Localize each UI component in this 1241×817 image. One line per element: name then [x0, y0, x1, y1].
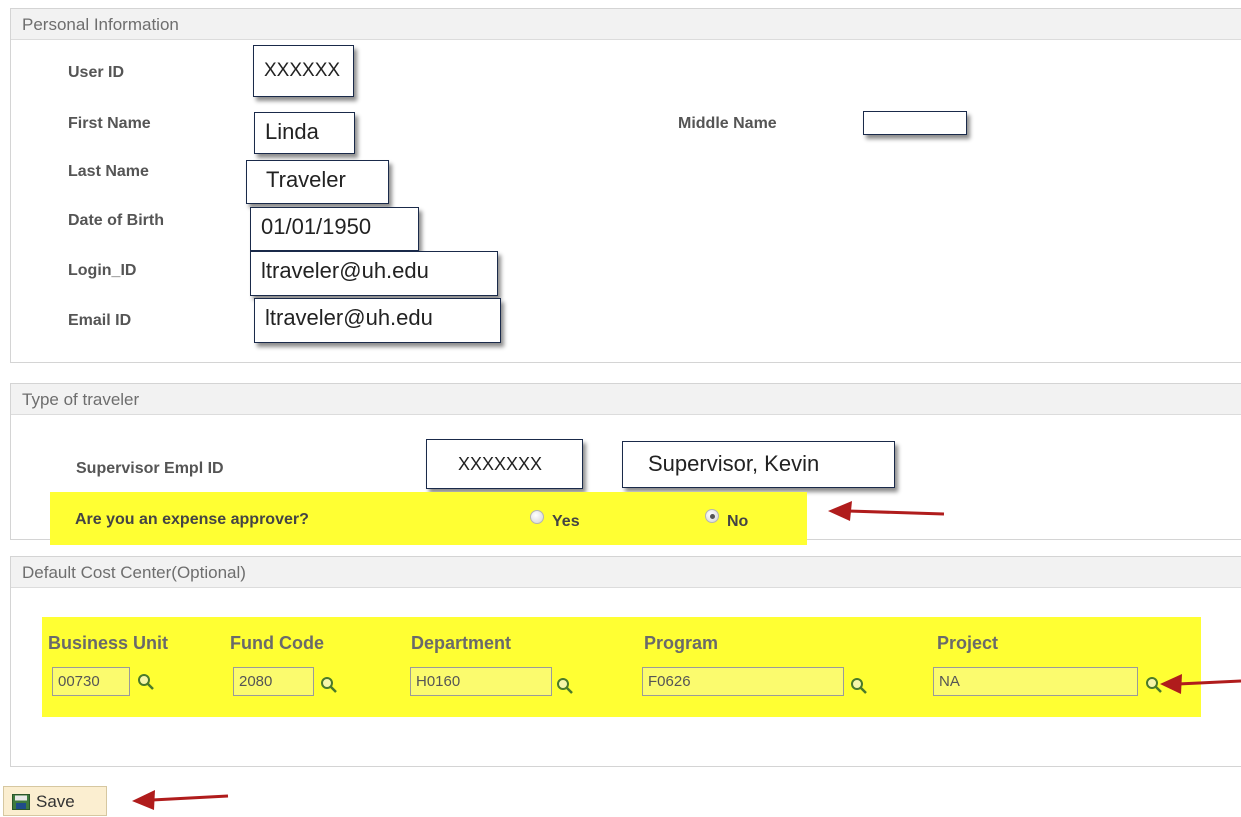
login-id-label: Login_ID — [68, 262, 137, 279]
middle-name-label: Middle Name — [678, 115, 777, 132]
approver-yes-label: Yes — [552, 513, 580, 530]
email-id-field[interactable]: ltraveler@uh.edu — [254, 298, 501, 343]
login-id-field[interactable]: ltraveler@uh.edu — [250, 251, 498, 296]
expense-approver-question: Are you an expense approver? — [75, 511, 309, 528]
program-label: Program — [644, 633, 719, 653]
personal-information-section: Personal Information — [10, 8, 1241, 363]
program-input[interactable]: F0626 — [642, 667, 844, 696]
middle-name-field[interactable] — [863, 111, 967, 135]
date-of-birth-label: Date of Birth — [68, 212, 164, 229]
traveler-type-header: Type of traveler — [11, 384, 1241, 415]
department-input[interactable]: H0160 — [410, 667, 552, 696]
supervisor-empl-id-field[interactable]: XXXXXXX — [426, 439, 583, 489]
business-unit-lookup-icon[interactable] — [137, 673, 155, 691]
business-unit-input[interactable]: 00730 — [52, 667, 130, 696]
fund-code-label: Fund Code — [230, 633, 324, 653]
date-of-birth-field[interactable]: 01/01/1950 — [250, 207, 419, 251]
section-title: Type of traveler — [22, 390, 140, 409]
last-name-field[interactable]: Traveler — [246, 160, 389, 204]
red-arrow-icon — [828, 501, 945, 521]
section-title: Default Cost Center(Optional) — [22, 563, 246, 582]
red-arrow-icon — [1160, 674, 1241, 694]
last-name-label: Last Name — [68, 163, 149, 180]
save-label: Save — [36, 792, 75, 811]
business-unit-label: Business Unit — [48, 633, 169, 653]
floppy-disk-icon — [12, 794, 30, 810]
supervisor-empl-id-label: Supervisor Empl ID — [76, 460, 224, 477]
first-name-field[interactable]: Linda — [254, 112, 355, 154]
project-label: Project — [937, 633, 999, 653]
supervisor-name-field: Supervisor, Kevin — [622, 441, 895, 488]
first-name-label: First Name — [68, 115, 151, 132]
project-input[interactable]: NA — [933, 667, 1138, 696]
cost-center-header: Default Cost Center(Optional) — [11, 557, 1241, 588]
save-button[interactable]: Save — [3, 786, 107, 816]
department-lookup-icon[interactable] — [556, 677, 574, 695]
user-id-field[interactable]: XXXXXX — [253, 45, 354, 97]
fund-code-lookup-icon[interactable] — [320, 676, 338, 694]
email-id-label: Email ID — [68, 312, 132, 329]
user-id-label: User ID — [68, 64, 125, 81]
personal-information-header: Personal Information — [11, 9, 1241, 40]
approver-no-label: No — [727, 513, 749, 530]
approver-yes-radio[interactable] — [530, 510, 544, 524]
department-label: Department — [411, 633, 512, 653]
fund-code-input[interactable]: 2080 — [233, 667, 314, 696]
approver-no-radio[interactable] — [705, 509, 719, 523]
red-arrow-icon — [132, 790, 229, 810]
program-lookup-icon[interactable] — [850, 677, 868, 695]
section-title: Personal Information — [22, 15, 179, 34]
